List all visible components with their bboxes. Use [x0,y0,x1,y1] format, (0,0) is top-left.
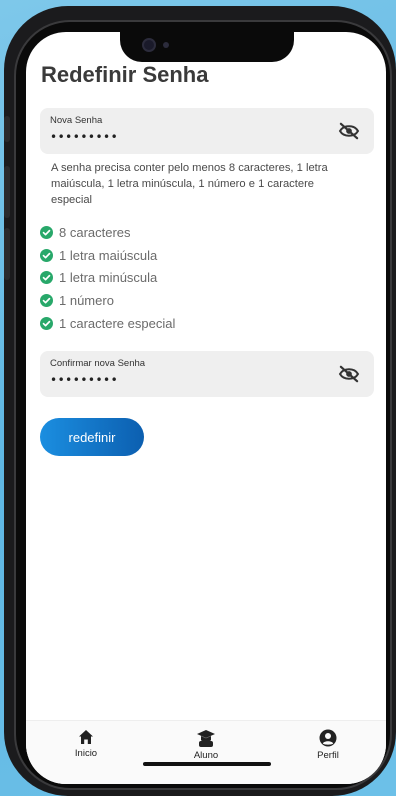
home-icon [79,730,93,744]
new-password-input[interactable]: ••••••••• [50,130,118,144]
page-title: Redefinir Senha [41,62,209,87]
home-indicator[interactable] [143,762,271,766]
graduation-cap-icon [197,730,215,747]
redefine-button[interactable]: redefinir [40,418,144,456]
requirement-item: 1 letra maiúscula [40,244,175,267]
app-screen: Redefinir Senha Nova Senha ••••••••• A s… [26,32,386,784]
new-password-label: Nova Senha [50,115,103,126]
confirm-password-label: Confirmar nova Senha [50,358,146,369]
requirement-label: 1 letra minúscula [59,270,158,286]
volume-down-button [4,228,10,280]
requirement-item: 8 caracteres [40,221,175,244]
sensor-icon [163,42,169,48]
requirement-label: 1 letra maiúscula [59,247,158,263]
check-circle-icon [40,271,53,285]
nav-label-perfil: Perfil [317,750,339,761]
requirement-label: 1 caractere especial [59,316,176,332]
check-circle-icon [40,294,53,308]
requirement-item: 1 letra minúscula [40,267,175,290]
requirement-label: 1 número [59,293,114,309]
password-hint: A senha precisa conter pelo menos 8 cara… [51,162,328,206]
confirm-password-field[interactable]: Confirmar nova Senha ••••••••• [40,351,374,397]
mute-switch [4,116,10,142]
nav-item-inicio[interactable]: Inicio [56,729,116,759]
camera-notch [120,32,294,62]
check-circle-icon [40,225,53,239]
new-password-field[interactable]: Nova Senha ••••••••• [40,108,374,154]
nav-label-aluno: Aluno [193,750,219,761]
confirm-password-input[interactable]: ••••••••• [50,373,118,387]
check-circle-icon [40,317,53,331]
phone-frame: Redefinir Senha Nova Senha ••••••••• A s… [4,6,396,796]
check-circle-icon [40,248,53,262]
eye-off-icon[interactable] [338,122,360,140]
nav-item-perfil[interactable]: Perfil [298,729,358,761]
front-camera-icon [142,38,156,52]
eye-off-icon[interactable] [338,365,360,383]
requirement-label: 8 caracteres [59,224,131,240]
nav-item-aluno[interactable]: Aluno [176,729,236,761]
volume-up-button [4,166,10,218]
requirements-list: 8 caracteres 1 letra maiúscula 1 letra m… [40,221,175,335]
user-circle-icon [319,729,337,747]
requirement-item: 1 número [40,289,175,312]
bottom-nav: Inicio Aluno Perfil [26,720,386,784]
requirement-item: 1 caractere especial [40,312,175,335]
nav-label-inicio: Inicio [74,748,98,759]
